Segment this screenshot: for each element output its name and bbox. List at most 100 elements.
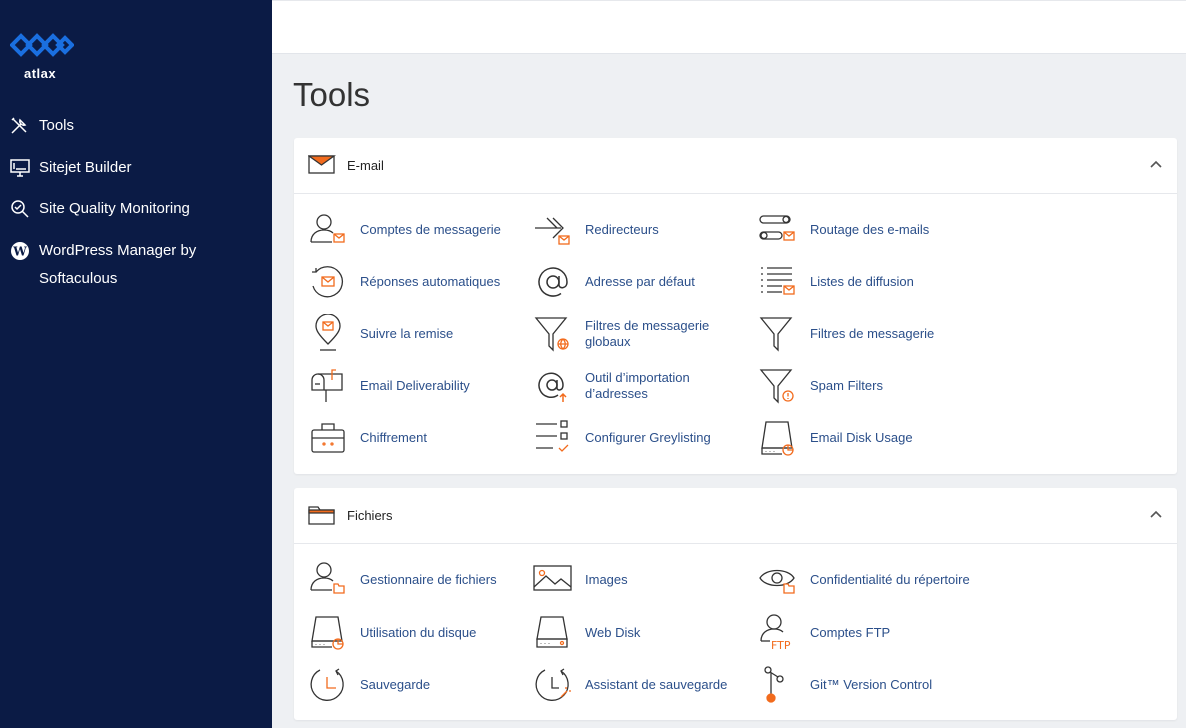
sidebar-item-sitejet[interactable]: Sitejet Builder <box>0 154 272 182</box>
tool-label: Assistant de sauvegarde <box>585 677 728 692</box>
logo-text: atlax <box>24 66 57 81</box>
tool-label: Comptes FTP <box>810 625 891 640</box>
section-title: Fichiers <box>347 508 393 523</box>
tool-label: Réponses automatiques <box>360 274 501 289</box>
tool-label: Listes de diffusion <box>810 274 914 289</box>
svg-text:W: W <box>12 245 27 259</box>
folder-icon <box>308 504 336 528</box>
chevron-up-icon[interactable] <box>1149 158 1163 172</box>
tool-label: Sauvegarde <box>360 677 431 692</box>
tool-directory-privacy[interactable]: Confidentialité du répertoire <box>758 560 983 600</box>
tool-label: Configurer Greylisting <box>585 430 711 445</box>
images-icon <box>533 560 573 600</box>
email-disk-usage-icon <box>758 418 798 458</box>
tool-label: Web Disk <box>585 625 641 640</box>
tool-encryption[interactable]: Chiffrement <box>308 418 533 458</box>
forwarders-icon <box>533 210 573 250</box>
sidebar-item-label: Tools <box>39 117 75 134</box>
tool-label: Routage des e-mails <box>810 222 930 237</box>
tool-spam-filters[interactable]: Spam Filters <box>758 366 983 406</box>
tool-label: Git™ Version Control <box>810 677 933 692</box>
encryption-icon <box>308 418 348 458</box>
page-title: Tools <box>293 76 371 113</box>
tool-default-address[interactable]: Adresse par défaut <box>533 262 758 302</box>
email-section-header[interactable]: E-mail <box>294 138 1177 194</box>
tool-label: Images <box>585 572 628 587</box>
tool-address-importer[interactable]: Outil d’importation d’adresses <box>533 366 758 406</box>
file-manager-icon <box>308 560 348 600</box>
deliverability-icon <box>308 366 348 406</box>
tool-label: Suivre la remise <box>360 326 454 341</box>
backup-icon <box>308 665 348 705</box>
section-title: E-mail <box>347 158 384 173</box>
tool-label: Redirecteurs <box>585 222 659 237</box>
autoresponders-icon <box>308 262 348 302</box>
tool-images[interactable]: Images <box>533 560 758 600</box>
tool-backup[interactable]: Sauvegarde <box>308 665 533 705</box>
tool-file-manager[interactable]: Gestionnaire de fichiers <box>308 560 533 600</box>
email-section: E-mail Comptes de messagerie Redirecteur… <box>294 138 1177 474</box>
address-importer-icon <box>533 366 573 406</box>
tool-label: Filtres de messagerie globaux <box>585 318 710 349</box>
tool-label: Gestionnaire de fichiers <box>360 572 497 587</box>
track-delivery-icon <box>308 313 348 354</box>
greylisting-icon <box>533 418 573 458</box>
tools-icon <box>10 112 32 140</box>
tool-greylisting[interactable]: Configurer Greylisting <box>533 418 758 458</box>
tool-label: Filtres de messagerie <box>810 326 935 341</box>
atlax-logo[interactable]: atlax <box>10 30 74 82</box>
sidebar-item-wordpress[interactable]: W WordPress Manager by Softaculous <box>0 237 272 293</box>
monitor-icon <box>10 154 32 182</box>
wordpress-icon: W <box>10 237 32 265</box>
tool-label: Confidentialité du répertoire <box>810 572 970 587</box>
top-bar <box>272 0 1186 54</box>
tool-email-filters[interactable]: Filtres de messagerie <box>758 314 983 354</box>
logo-mark-icon <box>10 33 74 57</box>
svg-text:FTP: FTP <box>771 639 791 652</box>
tool-label: Comptes de messagerie <box>360 222 501 237</box>
tool-label: Outil d’importation d’adresses <box>585 370 690 401</box>
mailing-lists-icon <box>758 262 798 302</box>
tool-autoresponders[interactable]: Réponses automatiques <box>308 262 533 302</box>
sidebar-nav: Tools Sitejet Builder Site Quality Monit… <box>0 112 272 293</box>
tool-backup-wizard[interactable]: Assistant de sauvegarde <box>533 665 758 705</box>
sidebar-item-label: WordPress Manager by Softaculous <box>39 242 197 287</box>
tool-label: Utilisation du disque <box>360 625 477 640</box>
email-routing-icon <box>758 210 798 250</box>
envelope-icon <box>306 154 337 178</box>
tool-web-disk[interactable]: Web Disk <box>533 613 758 653</box>
default-address-icon <box>533 262 573 302</box>
tool-email-disk-usage[interactable]: Email Disk Usage <box>758 418 983 458</box>
tool-ftp-accounts[interactable]: FTP Comptes FTP <box>758 613 983 653</box>
backup-wizard-icon <box>533 665 573 705</box>
global-filters-icon <box>533 314 573 354</box>
directory-privacy-icon <box>758 560 798 600</box>
files-section-header[interactable]: Fichiers <box>294 488 1177 544</box>
sidebar: atlax Tools Sitejet Builder Site Quality… <box>0 0 272 728</box>
git-icon <box>758 665 798 705</box>
tool-email-deliverability[interactable]: Email Deliverability <box>308 366 533 406</box>
sidebar-item-label: Sitejet Builder <box>39 159 132 176</box>
sidebar-item-label: Site Quality Monitoring <box>39 200 190 217</box>
tool-label: Chiffrement <box>360 430 427 445</box>
tool-label: Adresse par défaut <box>585 274 695 289</box>
search-icon <box>10 195 32 223</box>
sidebar-item-tools[interactable]: Tools <box>0 112 272 140</box>
tool-track-delivery[interactable]: Suivre la remise <box>308 313 533 354</box>
chevron-up-icon[interactable] <box>1149 508 1163 522</box>
sidebar-item-site-quality[interactable]: Site Quality Monitoring <box>0 195 272 223</box>
tool-global-filters[interactable]: Filtres de messagerie globaux <box>533 314 758 354</box>
files-section: Fichiers Gestionnaire de fichiers Images… <box>294 488 1177 720</box>
tool-mailing-lists[interactable]: Listes de diffusion <box>758 262 983 302</box>
tool-forwarders[interactable]: Redirecteurs <box>533 210 758 250</box>
tool-email-routing[interactable]: Routage des e-mails <box>758 210 983 250</box>
tool-label: Spam Filters <box>810 378 883 393</box>
tool-email-accounts[interactable]: Comptes de messagerie <box>308 210 533 250</box>
tool-disk-usage[interactable]: Utilisation du disque <box>308 613 533 653</box>
spam-filters-icon <box>758 366 798 406</box>
tool-label: Email Deliverability <box>360 378 470 393</box>
web-disk-icon <box>533 613 573 653</box>
email-accounts-icon <box>308 210 348 250</box>
disk-usage-icon <box>308 613 348 653</box>
tool-git-version-control[interactable]: Git™ Version Control <box>758 665 983 705</box>
